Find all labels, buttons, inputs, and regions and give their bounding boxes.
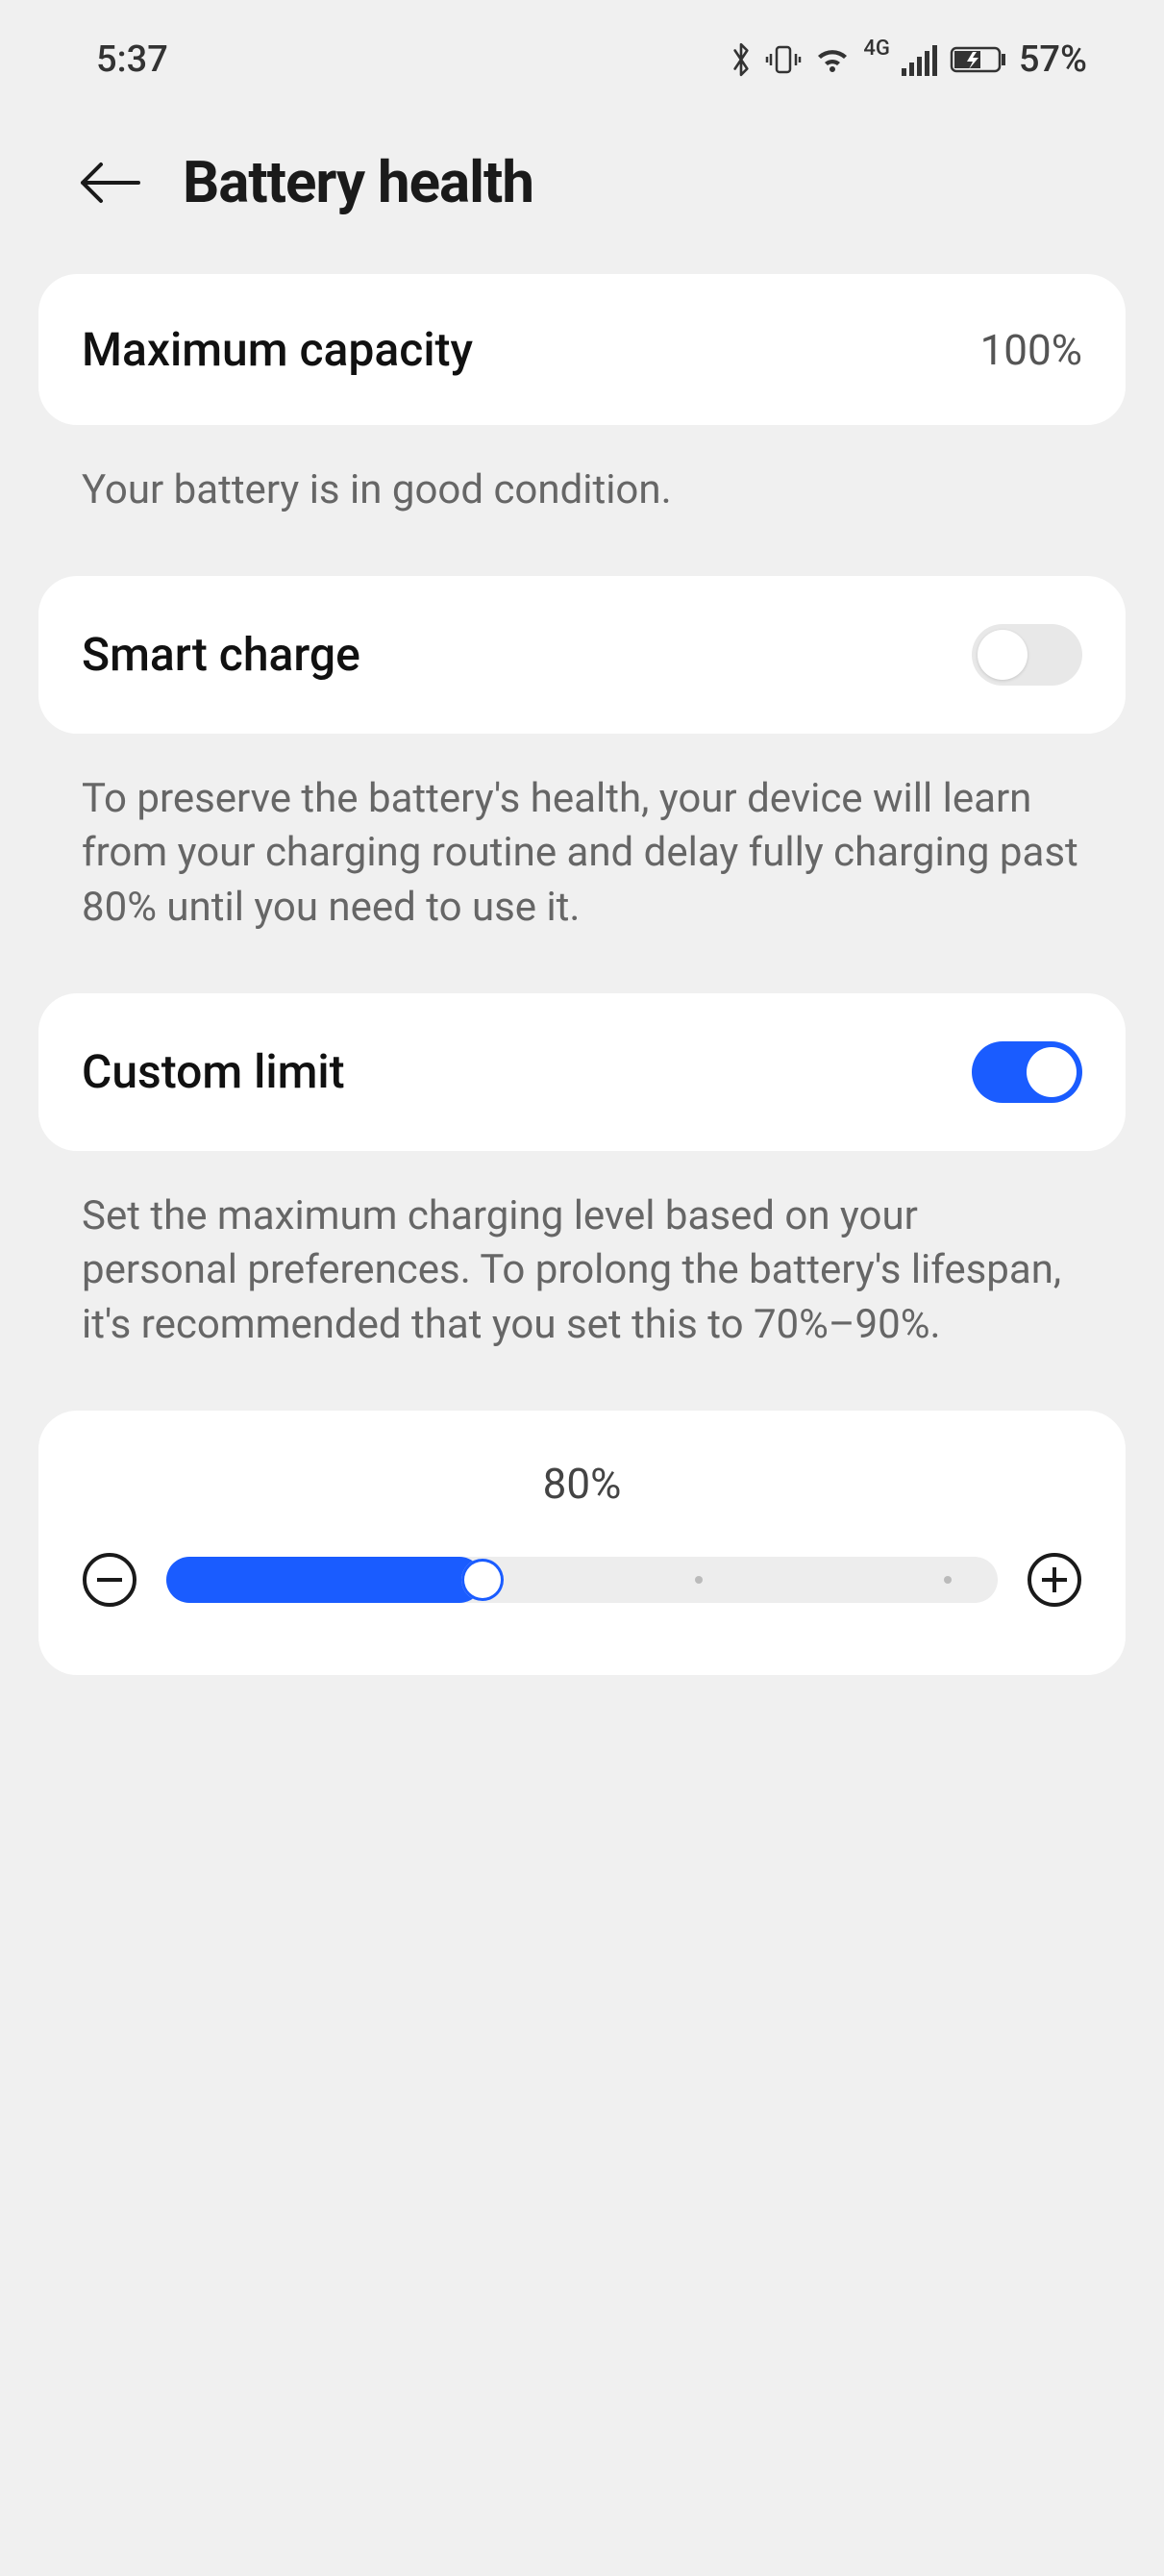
header: Battery health <box>0 110 1164 274</box>
custom-limit-toggle[interactable] <box>972 1041 1082 1103</box>
custom-limit-label: Custom limit <box>82 1044 345 1099</box>
status-time: 5:37 <box>96 38 168 81</box>
max-capacity-card: Maximum capacity 100% <box>38 274 1126 425</box>
smart-charge-card: Smart charge <box>38 576 1126 734</box>
limit-slider-value: 80% <box>82 1459 1082 1509</box>
bluetooth-icon <box>729 41 754 78</box>
limit-slider[interactable] <box>166 1557 998 1603</box>
vibrate-icon <box>765 41 802 78</box>
slider-thumb[interactable] <box>461 1559 504 1601</box>
slider-fill <box>166 1557 483 1603</box>
custom-limit-desc: Set the maximum charging level based on … <box>0 1151 1164 1411</box>
smart-charge-toggle[interactable] <box>972 624 1082 686</box>
increase-button[interactable] <box>1027 1552 1082 1608</box>
network-type-label: 4G <box>863 37 890 61</box>
wifi-icon <box>813 43 852 76</box>
status-bar: 5:37 4G 57% <box>0 0 1164 110</box>
back-arrow-icon[interactable] <box>77 159 144 207</box>
page-title: Battery health <box>183 148 533 216</box>
signal-icon <box>902 43 938 76</box>
max-capacity-value: 100% <box>980 325 1082 375</box>
battery-percent-label: 57% <box>1019 38 1087 81</box>
limit-slider-card: 80% <box>38 1411 1126 1675</box>
status-right: 4G 57% <box>729 38 1087 81</box>
slider-tick <box>944 1576 952 1584</box>
decrease-button[interactable] <box>82 1552 137 1608</box>
slider-tick <box>695 1576 703 1584</box>
smart-charge-label: Smart charge <box>82 627 360 682</box>
smart-charge-desc: To preserve the battery's health, your d… <box>0 734 1164 993</box>
custom-limit-card: Custom limit <box>38 993 1126 1151</box>
max-capacity-label: Maximum capacity <box>82 322 473 377</box>
max-capacity-desc: Your battery is in good condition. <box>0 425 1164 576</box>
battery-icon <box>950 44 1007 75</box>
